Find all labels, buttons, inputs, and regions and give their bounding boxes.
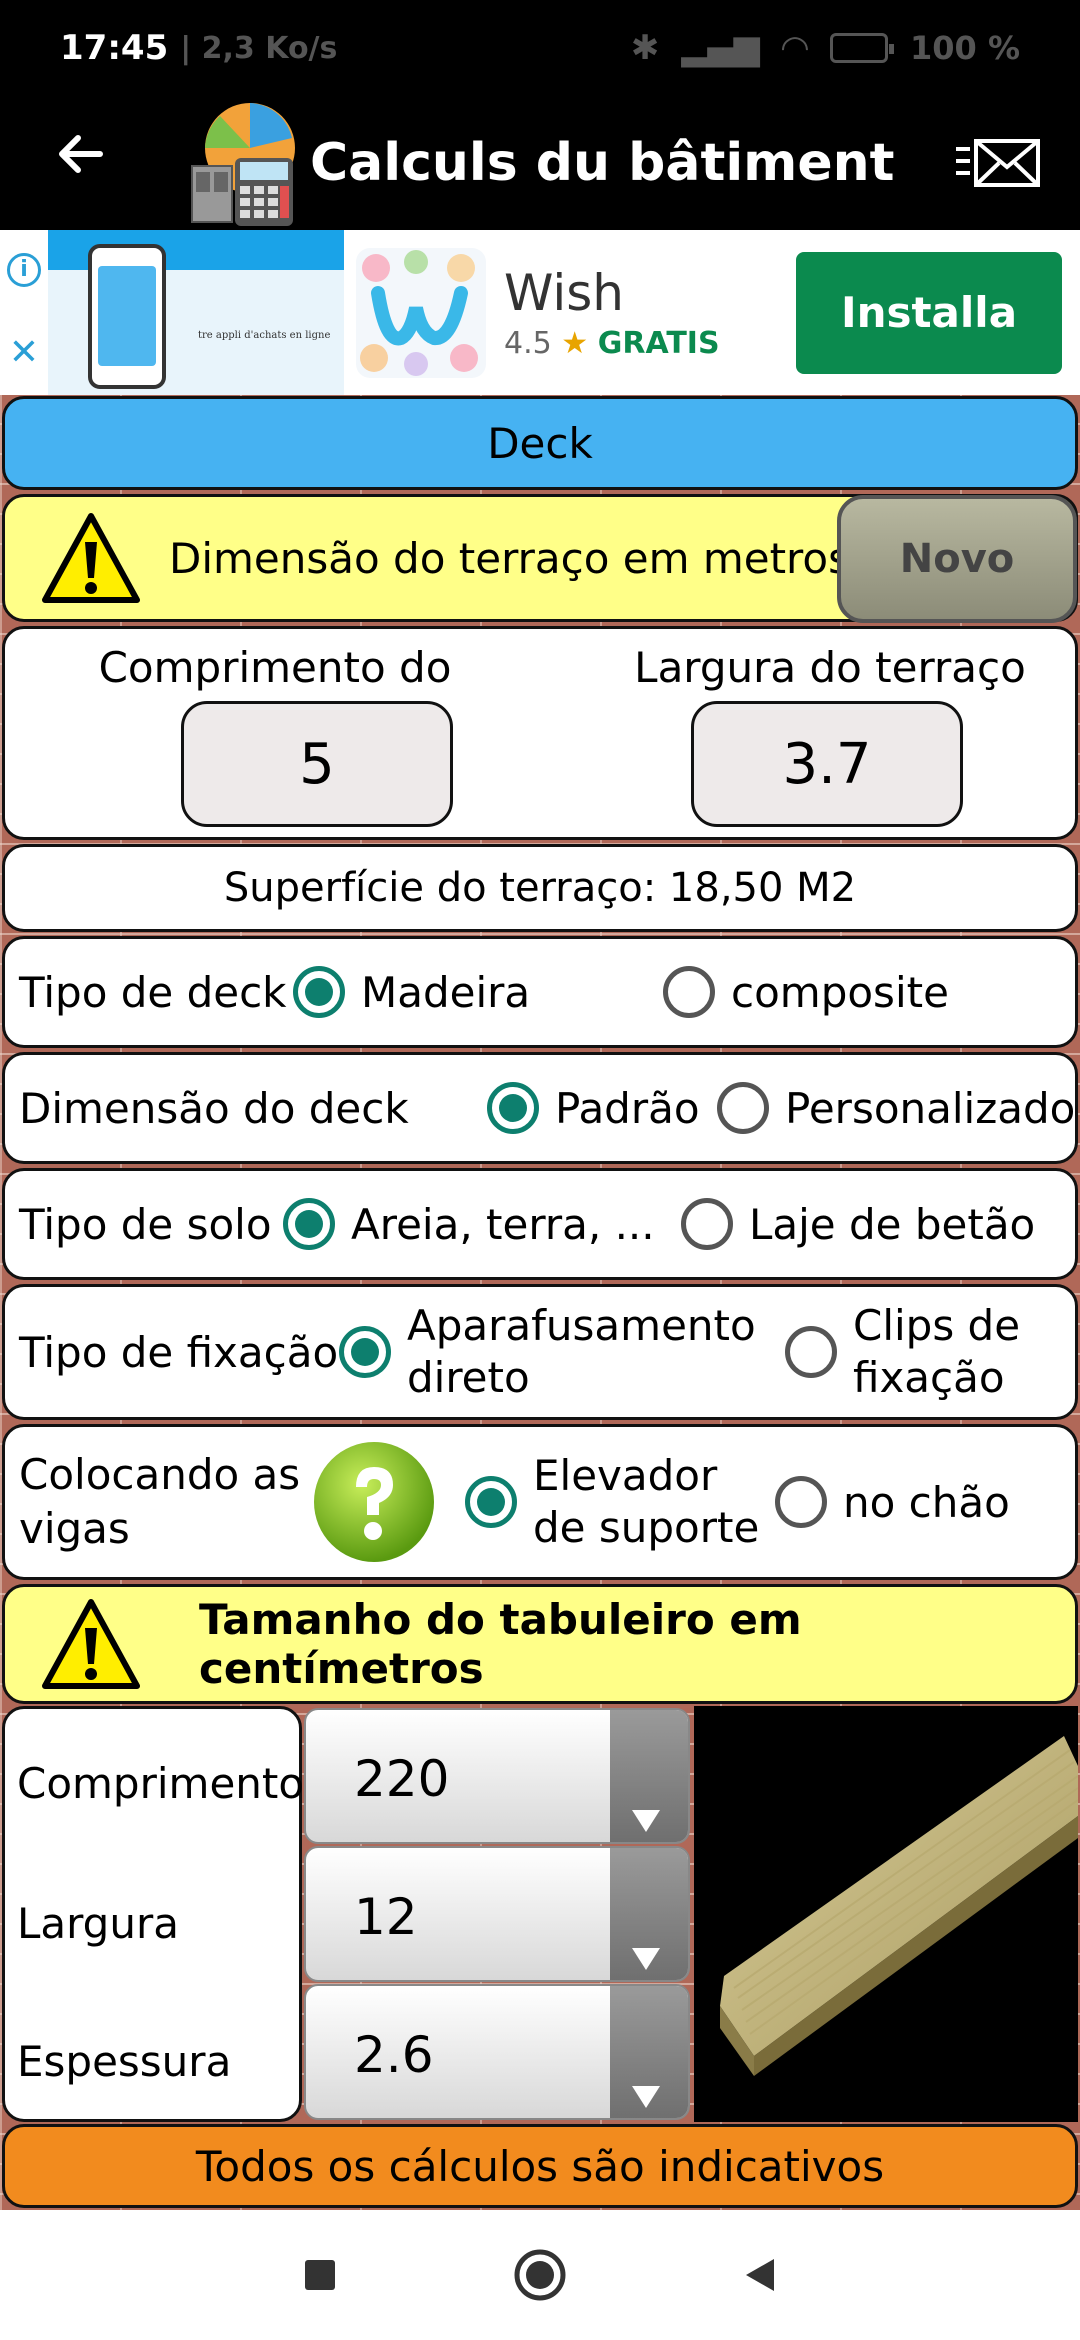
- radio-unselected[interactable]: [717, 1082, 769, 1134]
- ad-app-name: Wish: [504, 264, 624, 322]
- board-width-label: Largura: [17, 1899, 179, 1948]
- fixing-type-row: Tipo de fixação Aparafusamento direto Cl…: [2, 1284, 1078, 1420]
- terrace-dimensions: Comprimento do terraço Largura do terraç…: [2, 626, 1078, 840]
- wifi-icon: ◠: [781, 28, 808, 68]
- board-length-select[interactable]: 220: [304, 1708, 690, 1844]
- joists-ground[interactable]: no chão: [775, 1476, 1010, 1528]
- warning-icon: [42, 513, 140, 603]
- deck-type-row: Tipo de deck Madeira composite: [2, 936, 1078, 1048]
- recent-apps-icon[interactable]: [290, 2245, 350, 2305]
- back-arrow-icon[interactable]: [40, 123, 120, 203]
- radio-unselected[interactable]: [785, 1326, 837, 1378]
- home-icon[interactable]: [510, 2245, 570, 2305]
- help-icon[interactable]: [311, 1439, 437, 1565]
- app-bar: Calculs du bâtiment: [0, 96, 1080, 230]
- ad-tagline: tre appli d'achats en ligne: [198, 330, 331, 341]
- width-input[interactable]: 3.7: [691, 701, 963, 827]
- soil-type-label: Tipo de solo: [19, 1199, 272, 1249]
- deck-type-label: Tipo de deck: [19, 967, 287, 1017]
- battery-icon: [830, 33, 894, 63]
- soil-type-row: Tipo de solo Areia, terra, ... Laje de b…: [2, 1168, 1078, 1280]
- fixing-screw[interactable]: Aparafusamento direto: [339, 1300, 756, 1404]
- deck-dim-custom[interactable]: Personalizado: [717, 1082, 1075, 1134]
- deck-type-composite[interactable]: composite: [663, 966, 949, 1018]
- ad-price: GRATIS: [597, 326, 720, 361]
- deck-dimension-label: Dimensão do deck: [19, 1083, 409, 1133]
- deck-dimension-row: Dimensão do deck Padrão Personalizado: [2, 1052, 1078, 1164]
- radio-selected[interactable]: [293, 966, 345, 1018]
- fixing-clips[interactable]: Clips de fixação: [785, 1300, 1020, 1404]
- signal-icon: ▂▄▆: [681, 28, 760, 68]
- radio-unselected[interactable]: [775, 1476, 827, 1528]
- deck-board-image: [694, 1706, 1078, 2122]
- board-width-select[interactable]: 12: [304, 1846, 690, 1982]
- width-label: Largura do terraço: [634, 643, 1026, 692]
- surface-result: Superfície do terraço: 18,50 M2: [2, 844, 1078, 932]
- chevron-down-icon[interactable]: [610, 1986, 688, 2118]
- board-thickness-select[interactable]: 2.6: [304, 1984, 690, 2120]
- board-size-header: Tamanho do tabuleiro em centímetros: [2, 1584, 1078, 1704]
- battery-level: 100 %: [910, 29, 1020, 67]
- status-bar: 17:45 | 2,3 Ko/s ✱ ▂▄▆ ◠ 100 %: [0, 0, 1080, 96]
- warning-icon: [42, 1599, 140, 1689]
- wish-logo-icon[interactable]: [356, 247, 486, 378]
- board-labels: Comprimento Largura Espessura: [2, 1706, 305, 2122]
- radio-unselected[interactable]: [681, 1198, 733, 1250]
- soil-concrete[interactable]: Laje de betão: [681, 1198, 1035, 1250]
- radio-selected[interactable]: [487, 1082, 539, 1134]
- joists-label: Colocando as vigas: [19, 1450, 301, 1553]
- navigation-bar: [0, 2210, 1080, 2340]
- radio-selected[interactable]: [339, 1326, 391, 1378]
- new-button[interactable]: Novo: [837, 495, 1077, 623]
- deck-header: Deck: [2, 396, 1078, 490]
- ad-info-icon[interactable]: i: [7, 252, 41, 287]
- fixing-type-label: Tipo de fixação: [19, 1327, 339, 1377]
- board-thickness-label: Espessura: [17, 2037, 232, 2086]
- phone-illustration: [88, 244, 166, 389]
- board-length-label: Comprimento: [17, 1759, 305, 1808]
- radio-unselected[interactable]: [663, 966, 715, 1018]
- deck-dim-standard[interactable]: Padrão: [487, 1082, 700, 1134]
- ad-close-icon[interactable]: ✕: [9, 332, 39, 373]
- indicative-note: Todos os cálculos são indicativos: [2, 2124, 1078, 2208]
- back-triangle-icon[interactable]: [730, 2245, 790, 2305]
- soil-sand[interactable]: Areia, terra, ...: [283, 1198, 655, 1250]
- mail-menu-icon[interactable]: [954, 133, 1044, 193]
- ad-banner[interactable]: i ✕ tre appli d'achats en ligne Wish 4.5…: [0, 230, 1080, 395]
- star-icon: ★: [561, 326, 589, 361]
- radio-selected[interactable]: [465, 1476, 517, 1528]
- status-time: 17:45: [60, 28, 169, 68]
- board-size-label: Tamanho do tabuleiro em centímetros: [199, 1595, 802, 1693]
- ad-rating-row: 4.5 ★ GRATIS: [504, 326, 720, 361]
- chevron-down-icon[interactable]: [610, 1710, 688, 1842]
- chevron-down-icon[interactable]: [610, 1848, 688, 1980]
- joists-support[interactable]: Elevador de suporte: [465, 1450, 759, 1554]
- ad-rating: 4.5: [504, 326, 552, 361]
- joists-row: Colocando as vigas Elevador de suporte n…: [2, 1424, 1078, 1580]
- ad-controls: i ✕: [0, 230, 48, 395]
- bluetooth-icon: ✱: [630, 28, 660, 68]
- length-input[interactable]: 5: [181, 701, 453, 827]
- dimension-header: Dimensão do terraço em metros Novo: [2, 494, 1078, 623]
- deck-type-wood[interactable]: Madeira: [293, 966, 530, 1018]
- status-network-speed: | 2,3 Ko/s: [180, 30, 338, 66]
- ad-app-info: Wish 4.5 ★ GRATIS: [504, 264, 720, 361]
- app-title: Calculs du bâtiment: [310, 133, 895, 193]
- dimension-label: Dimensão do terraço em metros: [169, 533, 850, 583]
- install-button[interactable]: Installa: [796, 251, 1062, 374]
- app-logo: [180, 98, 310, 228]
- status-icons: ✱ ▂▄▆ ◠ 100 %: [631, 28, 1020, 68]
- radio-selected[interactable]: [283, 1198, 335, 1250]
- ad-image[interactable]: tre appli d'achats en ligne: [48, 230, 344, 395]
